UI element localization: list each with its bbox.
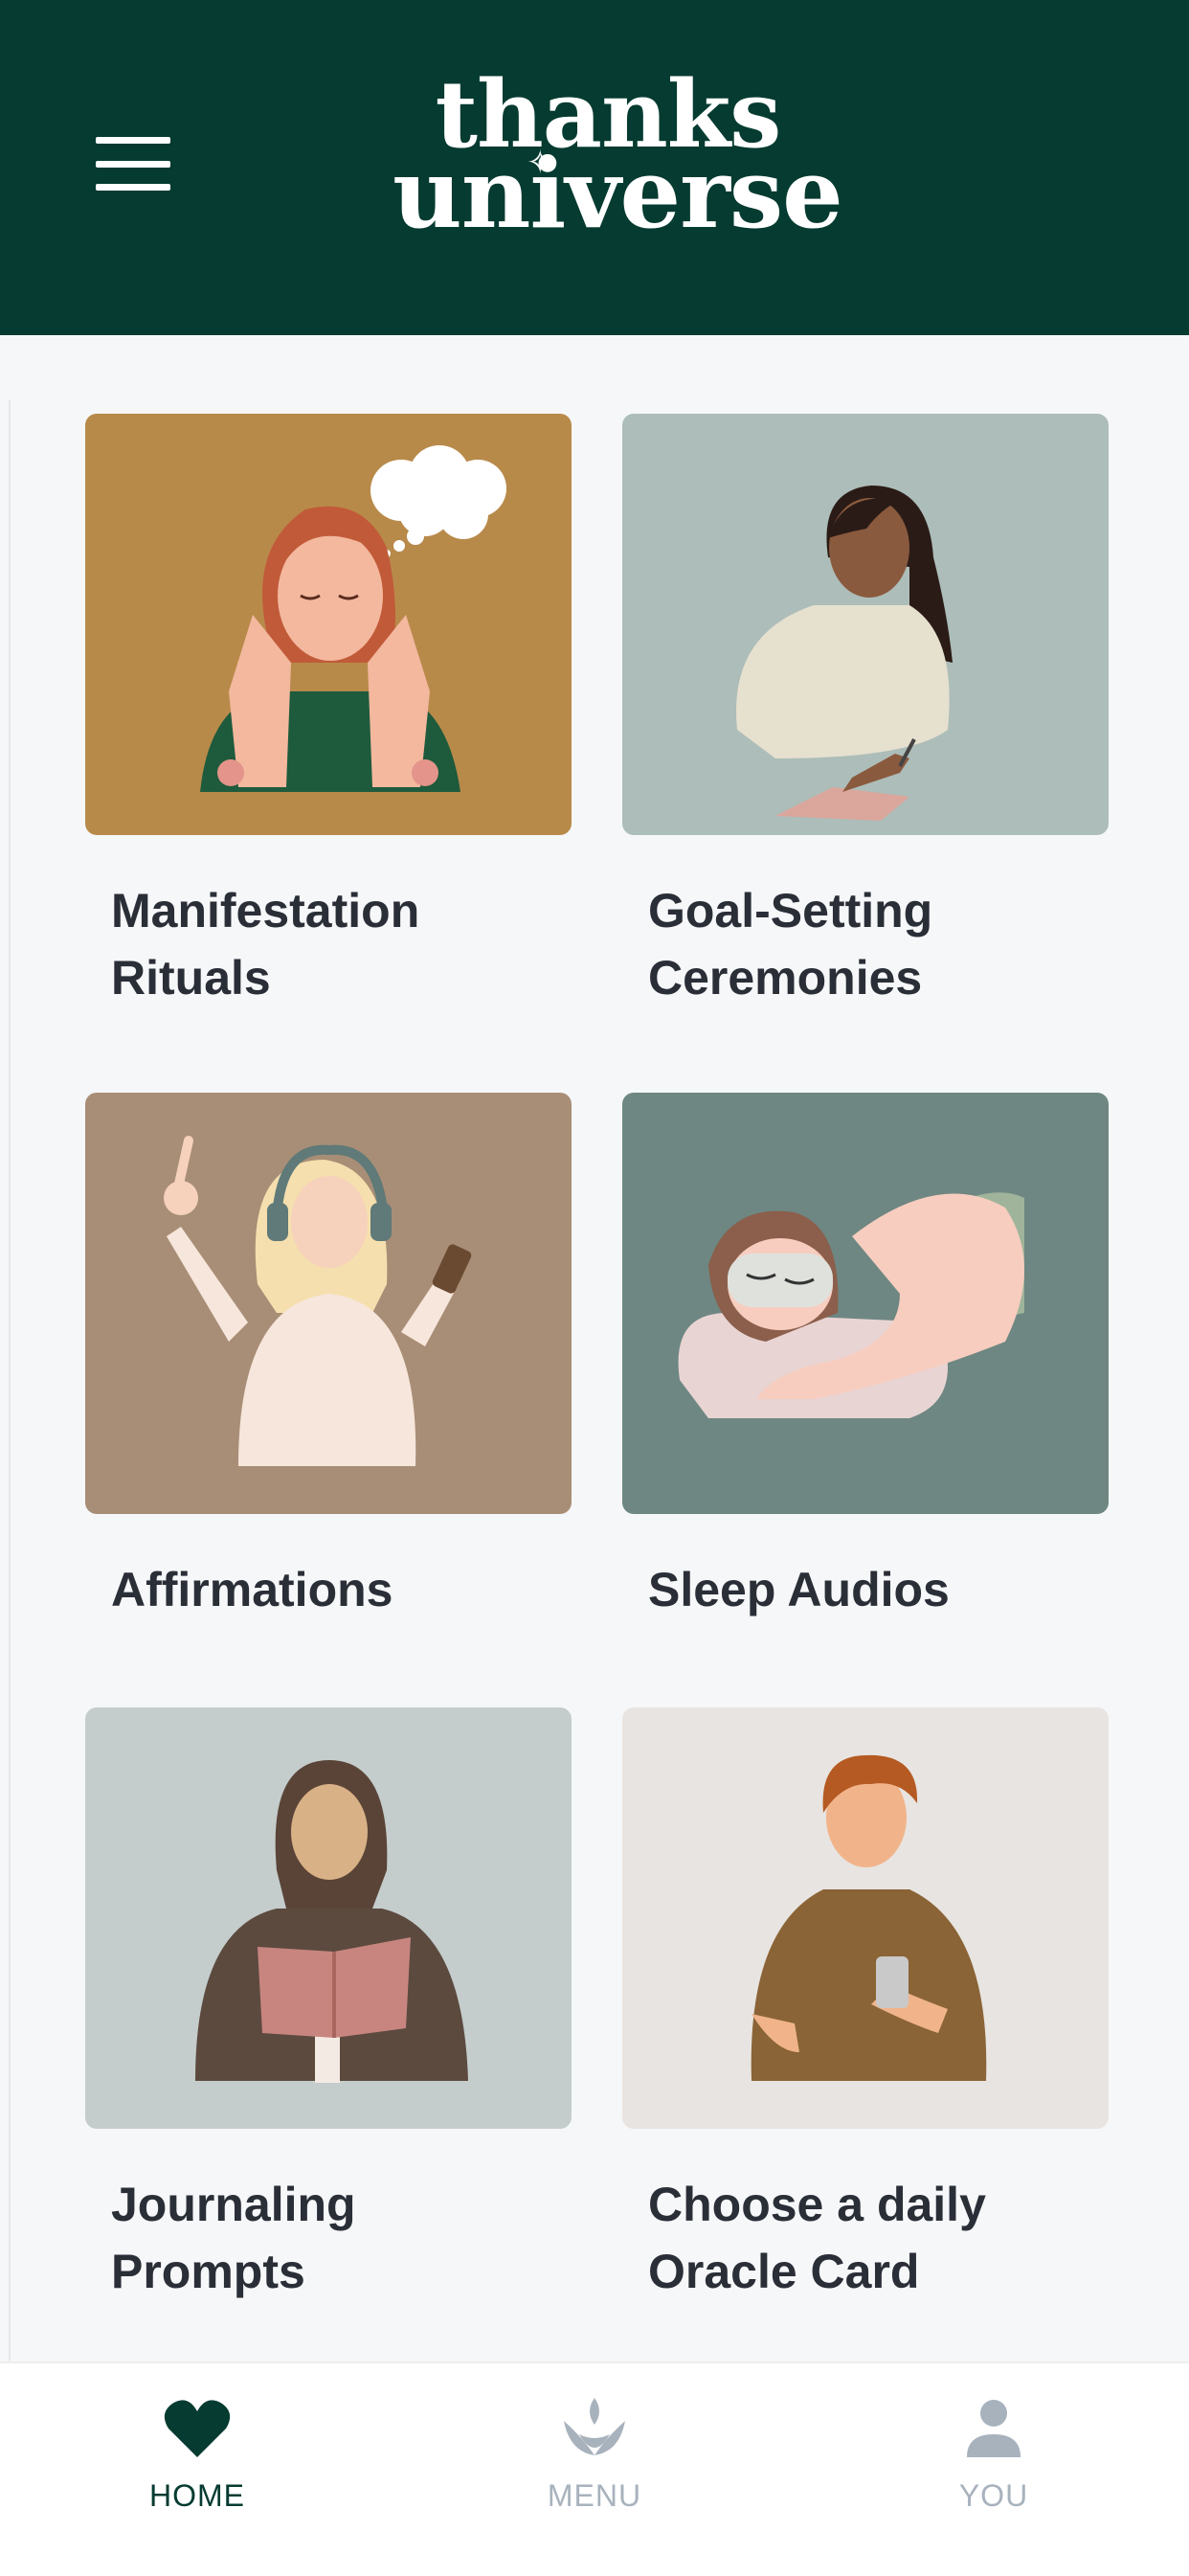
hamburger-menu-icon[interactable] [96, 134, 170, 192]
lotus-icon [564, 2398, 625, 2455]
user-icon [967, 2400, 1021, 2457]
card-label: Manifestation Rituals [111, 884, 420, 1005]
woman-writing-in-journal-illustration [622, 414, 1109, 835]
card-journaling-prompts[interactable]: Journaling Prompts [85, 1707, 572, 2305]
nav-you[interactable]: YOU [850, 2363, 1137, 2576]
card-manifestation-rituals[interactable]: Manifestation Rituals [85, 414, 572, 1011]
heart-icon [164, 2400, 231, 2457]
card-sleep-audios[interactable]: Sleep Audios [622, 1093, 1109, 1623]
nav-menu[interactable]: MENU [451, 2363, 738, 2576]
card-label: Goal-Setting Ceremonies [648, 884, 933, 1005]
card-label: Affirmations [111, 1563, 393, 1616]
nav-you-label: YOU [958, 2478, 1029, 2513]
logo-line-2: universe [393, 137, 843, 250]
bottom-navigation: HOME MENU YOU [0, 2361, 1189, 2576]
nav-home[interactable]: HOME [54, 2363, 341, 2576]
card-label: Journaling Prompts [111, 2178, 356, 2298]
card-choose-a-daily-oracle-card[interactable]: Choose a daily Oracle Card [622, 1707, 1109, 2305]
card-affirmations[interactable]: Affirmations [85, 1093, 572, 1623]
card-label: Choose a daily Oracle Card [648, 2178, 986, 2298]
app-logo: thanks universe ✧ [393, 69, 843, 250]
nav-home-label: HOME [149, 2478, 245, 2513]
app-header: thanks universe ✧ [0, 0, 1189, 335]
card-goal-setting-ceremonies[interactable]: Goal-Setting Ceremonies [622, 414, 1109, 1011]
nav-menu-label: MENU [547, 2478, 642, 2513]
woman-with-headphones-illustration [85, 1093, 572, 1514]
woman-sleeping-with-eye-mask-illustration [622, 1093, 1109, 1514]
sparkle-icon: ✧ [527, 144, 554, 182]
card-label: Sleep Audios [648, 1563, 950, 1616]
woman-daydreaming-illustration [85, 414, 572, 835]
man-looking-at-phone-illustration [622, 1707, 1109, 2129]
category-grid: Manifestation Rituals Goal-Setting Cerem… [9, 400, 1188, 2361]
woman-reading-book-illustration [85, 1707, 572, 2129]
